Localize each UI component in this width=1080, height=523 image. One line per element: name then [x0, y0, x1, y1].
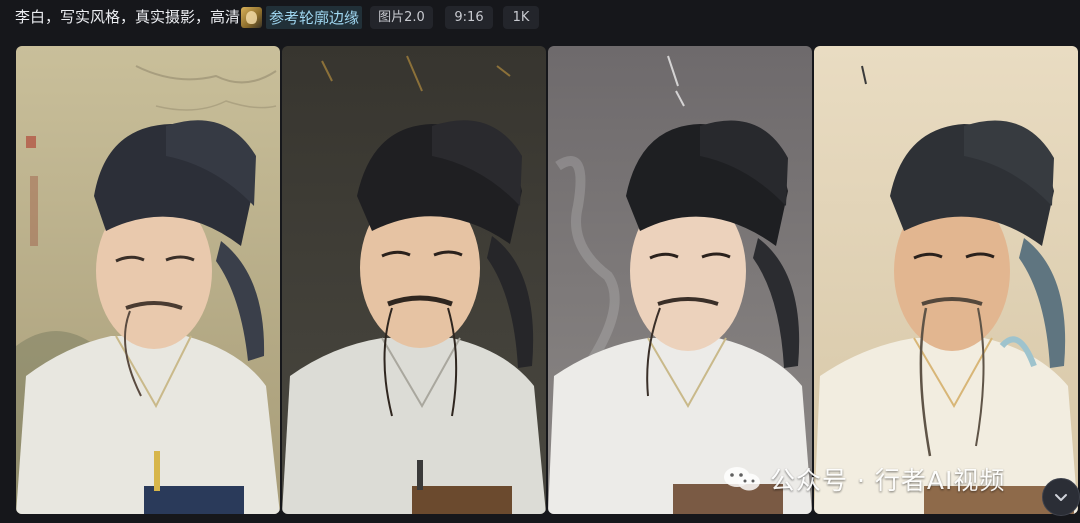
watermark-text: 公众号 · 行者AI视频 [770, 466, 1006, 495]
chevron-down-icon [1055, 494, 1067, 501]
portrait-4 [814, 46, 1078, 514]
reference-thumbnail[interactable] [241, 6, 262, 28]
watermark: 公众号 · 行者AI视频 [722, 462, 1005, 496]
reference-chip[interactable]: 参考轮廓边缘 [241, 5, 363, 29]
reference-label[interactable]: 参考轮廓边缘 [266, 5, 363, 29]
portrait-3 [548, 46, 812, 514]
result-image-3[interactable] [548, 46, 812, 514]
result-image-1[interactable] [16, 46, 280, 514]
wechat-icon [724, 467, 760, 491]
resolution-tag: 1K [503, 6, 539, 29]
portrait-2 [282, 46, 546, 514]
prompt-bar: 李白，写实风格，真实摄影，高清 参考轮廓边缘 图片2.0 9:16 1K [0, 0, 1080, 36]
result-image-2[interactable] [282, 46, 546, 514]
portrait-1 [16, 46, 280, 514]
prompt-text: 李白，写实风格，真实摄影，高清 [15, 8, 241, 26]
model-tag: 图片2.0 [370, 6, 433, 29]
ratio-tag: 9:16 [445, 6, 493, 29]
scroll-down-button[interactable] [1042, 478, 1080, 516]
result-image-4[interactable] [814, 46, 1078, 514]
